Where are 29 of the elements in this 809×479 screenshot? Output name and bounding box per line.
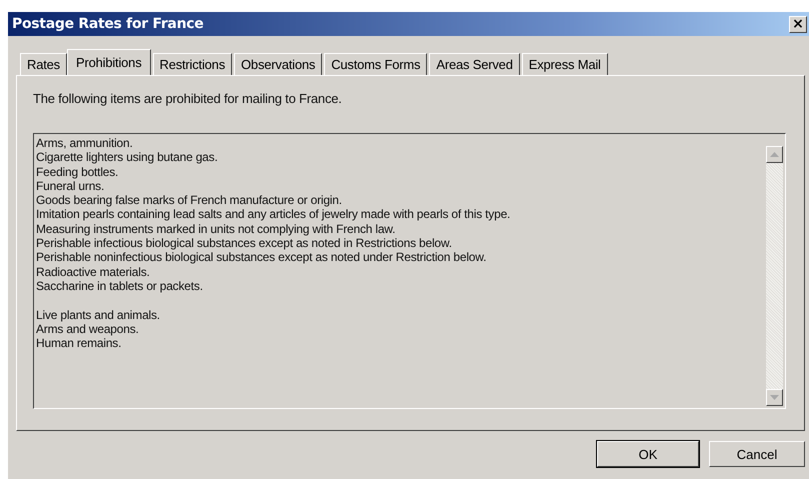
- list-item: Measuring instruments marked in units not complying with French law.: [36, 222, 396, 236]
- tab[interactable]: Observations: [234, 53, 322, 75]
- tab[interactable]: Rates: [20, 53, 67, 75]
- list-item: Perishable noninfectious biological substances except as noted under Restriction below.: [36, 250, 488, 265]
- close-button[interactable]: ×: [789, 16, 807, 32]
- tab[interactable]: Restrictions: [152, 53, 232, 75]
- list-item: Arms, ammunition.: [36, 136, 134, 150]
- scroll-down-icon[interactable]: [766, 389, 783, 406]
- list-item: Perishable infectious biological substances except as noted in Restrictions below.: [36, 236, 453, 250]
- list-item: Cigarette lighters using butane gas.: [36, 150, 219, 165]
- tab[interactable]: Prohibitions: [66, 49, 150, 75]
- list-item: Goods bearing false marks of French manufacture or origin.: [36, 193, 343, 208]
- intro-text: The following items are prohibited for mailing to France.: [33, 91, 343, 108]
- list-item: Arms and weapons.: [36, 322, 140, 336]
- list-item: Feeding bottles.: [36, 164, 120, 179]
- ok-button[interactable]: OK: [597, 441, 699, 467]
- list-item: Saccharine in tablets or packets.: [36, 278, 204, 294]
- tab[interactable]: Customs Forms: [324, 53, 428, 75]
- list-item: Radioactive materials.: [36, 264, 151, 279]
- list-item: Live plants and animals.: [36, 308, 161, 322]
- list-item: Imitation pearls containing lead salts and any articles of jewelry made with pearls of this type.: [36, 207, 512, 222]
- cancel-button[interactable]: Cancel: [709, 441, 805, 467]
- list-item: Human remains.: [36, 336, 122, 350]
- scroll-up-icon[interactable]: [766, 146, 783, 163]
- tab[interactable]: Areas Served: [429, 53, 520, 75]
- tab[interactable]: Express Mail: [522, 53, 608, 75]
- list-item: Funeral urns.: [36, 178, 106, 194]
- scrollbar[interactable]: [766, 146, 783, 406]
- window-title: Postage Rates for France: [12, 16, 204, 32]
